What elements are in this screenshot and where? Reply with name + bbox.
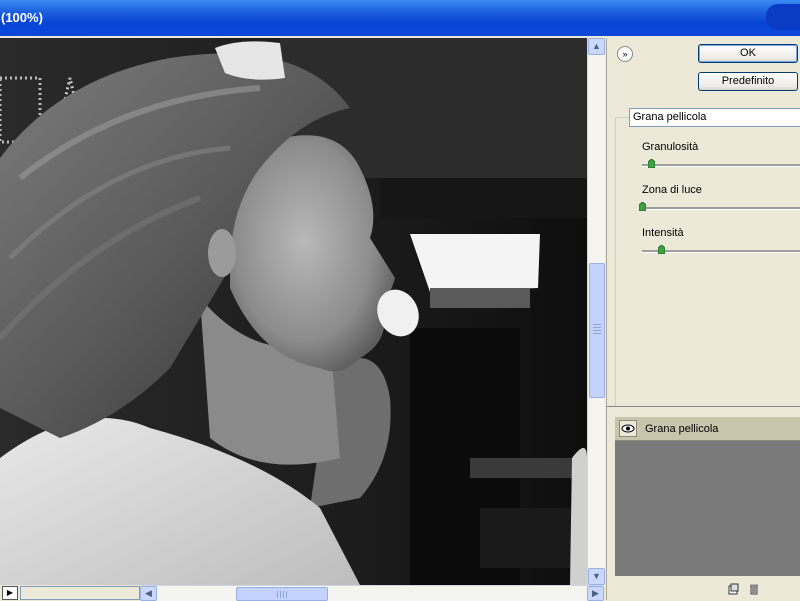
double-chevron-down-icon[interactable]: »	[617, 46, 633, 62]
scroll-up-button[interactable]: ▲	[588, 38, 605, 55]
preview-photo	[0, 38, 587, 585]
title-bar-corner	[766, 4, 800, 30]
slider-track-intensita[interactable]	[642, 250, 800, 253]
panel-divider	[606, 38, 607, 600]
layer-row[interactable]: Grana pellicola	[615, 417, 800, 441]
zoom-field[interactable]	[20, 586, 140, 600]
filter-preview-image[interactable]	[0, 38, 587, 585]
scroll-right-button[interactable]: ▶	[587, 586, 604, 601]
window-title: (100%)	[1, 10, 43, 25]
eye-icon[interactable]	[619, 420, 637, 437]
zoom-menu-button[interactable]: ▶	[2, 586, 18, 600]
slider-label-zona-di-luce: Zona di luce	[642, 184, 702, 196]
layer-name: Grana pellicola	[645, 423, 719, 435]
slider-label-granulosita: Granulosità	[642, 141, 699, 153]
vertical-scrollbar[interactable]: ▲ ▼	[587, 38, 605, 585]
zoom-bar: ▶	[0, 585, 140, 600]
panel-separator	[607, 406, 800, 407]
filter-group-border	[615, 117, 616, 407]
slider-thumb-intensita[interactable]	[658, 245, 665, 254]
slider-thumb-granulosita[interactable]	[648, 159, 655, 168]
scroll-left-button[interactable]: ◀	[140, 586, 157, 601]
filter-select[interactable]: Grana pellicola	[629, 108, 800, 127]
slider-label-intensita: Intensità	[642, 227, 684, 239]
slider-thumb-zona-di-luce[interactable]	[639, 202, 646, 211]
horizontal-scrollbar[interactable]: ◀ ▶	[140, 585, 604, 601]
ok-button[interactable]: OK	[698, 44, 798, 63]
trash-icon[interactable]	[748, 583, 760, 595]
vertical-scroll-thumb[interactable]	[589, 263, 605, 398]
horizontal-scroll-thumb[interactable]	[236, 587, 328, 601]
new-layer-icon[interactable]	[727, 583, 739, 595]
effect-layers-list[interactable]: Grana pellicola	[615, 417, 800, 576]
default-button[interactable]: Predefinito	[698, 72, 798, 91]
title-bar[interactable]: (100%)	[0, 0, 800, 36]
slider-track-zona-di-luce[interactable]	[642, 207, 800, 210]
scroll-down-button[interactable]: ▼	[588, 568, 605, 585]
slider-track-granulosita[interactable]	[642, 164, 800, 167]
filter-group-border-top	[615, 117, 629, 118]
